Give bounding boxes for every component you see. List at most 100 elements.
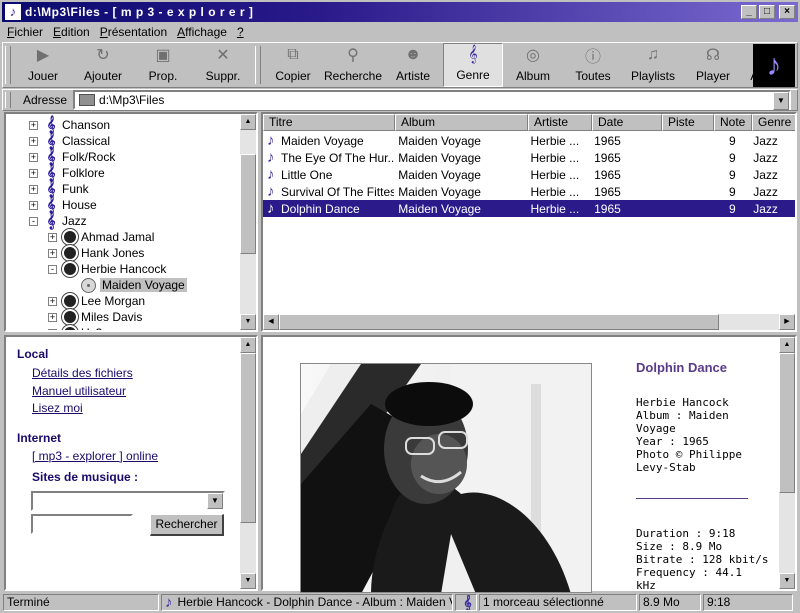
artist-view-button[interactable]: ☻ Artiste (383, 43, 443, 87)
tree-item[interactable]: + Us3 (48, 324, 102, 330)
menu-fichier[interactable]: Fichier (2, 25, 48, 39)
menu-help[interactable]: ? (232, 25, 249, 39)
expand-icon[interactable]: + (29, 136, 38, 146)
tree-item[interactable]: + Lee Morgan (48, 292, 145, 310)
link-readme[interactable]: Lisez moi (32, 401, 83, 415)
expand-icon[interactable]: + (29, 168, 38, 178)
genre-view-button[interactable]: 𝄞 Genre (443, 43, 503, 87)
music-search-button[interactable]: Rechercher (150, 514, 224, 536)
column-header-genre[interactable]: Genre (752, 114, 795, 131)
tree-item[interactable]: + Hank Jones (48, 244, 145, 262)
close-button[interactable]: × (779, 5, 795, 19)
list-scroll-left[interactable]: ◀ (263, 314, 279, 330)
links-scroll-down[interactable]: ▼ (240, 573, 256, 589)
expand-icon[interactable]: + (48, 232, 57, 242)
tree-item[interactable]: + 𝄞 House (29, 197, 97, 213)
table-row[interactable]: ♪ Little One Maiden Voyage Herbie ... 1965 9 J… (263, 166, 795, 183)
tree-item[interactable]: + 𝄞 Folklore (29, 165, 105, 181)
expand-icon[interactable]: + (29, 184, 38, 194)
column-header-album[interactable]: Album (395, 114, 528, 131)
menu-affichage[interactable]: Affichage (172, 25, 232, 39)
copy-button[interactable]: ⧉ Copier (263, 43, 323, 87)
expand-icon[interactable]: + (48, 312, 57, 322)
genre-tree[interactable]: + 𝄞 Chanson + 𝄞 Classical + 𝄞 Folk/Rock + 𝄞 Folklor… (4, 112, 258, 332)
app-music-note-icon: ♪ (5, 4, 21, 20)
properties-button[interactable]: ▣ Prop. (133, 43, 193, 87)
tree-item[interactable]: + 𝄞 Classical (29, 133, 110, 149)
table-row[interactable]: ♪ Survival Of The Fittest Maiden Voyage Her… (263, 183, 795, 200)
address-dropdown-button[interactable]: ▼ (773, 92, 789, 110)
link-online[interactable]: [ mp3 - explorer ] online (32, 449, 158, 463)
player-button[interactable]: ☊ Player (683, 43, 743, 87)
column-header-artiste[interactable]: Artiste (528, 114, 592, 131)
music-sites-dropdown-button[interactable]: ▼ (207, 493, 223, 509)
address-label: Adresse (23, 93, 68, 107)
address-grip[interactable] (5, 92, 11, 108)
tree-item[interactable]: - 𝄞 Jazz (29, 213, 87, 229)
list-hscrollbar[interactable]: ◀ ▶ (263, 314, 795, 330)
play-button[interactable]: ▶ Jouer (13, 43, 73, 87)
tree-item-label: Hank Jones (81, 246, 145, 260)
table-row[interactable]: ♪ Maiden Voyage Maiden Voyage Herbie ... 196… (263, 132, 795, 149)
artist-icon (61, 292, 79, 310)
detail-scrollbar[interactable]: ▲ ▼ (779, 337, 795, 589)
expand-icon[interactable]: + (29, 152, 38, 162)
column-header-date[interactable]: Date (592, 114, 662, 131)
maximize-button[interactable]: □ (759, 5, 775, 19)
column-header-titre[interactable]: Titre (263, 114, 395, 131)
status-size: 8.9 Mo (639, 594, 701, 611)
album-view-button[interactable]: ◎ Album (503, 43, 563, 87)
table-row[interactable]: ♪ Dolphin Dance Maiden Voyage Herbie ... 196… (263, 200, 795, 217)
menu-presentation[interactable]: Présentation (95, 25, 172, 39)
detail-scroll-up[interactable]: ▲ (779, 337, 795, 353)
title-bar[interactable]: ♪ d:\Mp3\Files - [ m p 3 - e x p l o r e… (2, 2, 798, 22)
playlists-button[interactable]: ♫ Playlists (623, 43, 683, 87)
menu-edition[interactable]: Edition (48, 25, 95, 39)
tree-item-label: Ahmad Jamal (81, 230, 155, 244)
tree-scroll-up[interactable]: ▲ (240, 114, 256, 130)
table-row[interactable]: ♪ The Eye Of The Hur... Maiden Voyage Herbi… (263, 149, 795, 166)
links-scroll-thumb[interactable] (240, 353, 256, 523)
tree-scroll-thumb[interactable] (240, 154, 256, 254)
tree-scrollbar[interactable]: ▲ ▼ (240, 114, 256, 330)
minimize-button[interactable]: _ (741, 5, 757, 19)
detail-scroll-down[interactable]: ▼ (779, 573, 795, 589)
expand-icon[interactable]: + (48, 248, 57, 258)
search-button[interactable]: ⚲ Recherche (323, 43, 383, 87)
expand-icon[interactable]: + (29, 120, 38, 130)
address-input[interactable]: d:\Mp3\Files ▼ (73, 90, 791, 110)
tree-item[interactable]: Maiden Voyage (67, 277, 187, 293)
link-file-details[interactable]: Détails des fichiers (32, 366, 133, 380)
list-scroll-thumb[interactable] (279, 314, 719, 330)
toolbar-grip[interactable] (5, 46, 11, 84)
expand-icon[interactable]: + (29, 200, 38, 210)
cell-text: The Eye Of The Hur... (281, 151, 395, 165)
links-scroll-up[interactable]: ▲ (240, 337, 256, 353)
all-view-button[interactable]: ⓘ Toutes (563, 43, 623, 87)
collapse-icon[interactable]: - (48, 264, 57, 274)
music-file-icon: ♪ (267, 149, 275, 166)
detail-scroll-thumb[interactable] (779, 353, 795, 493)
expand-icon[interactable]: + (48, 296, 57, 306)
column-header-note[interactable]: Note (714, 114, 752, 131)
expand-icon[interactable]: + (48, 328, 57, 330)
music-sites-select[interactable]: ▼ (31, 491, 225, 511)
column-header-piste[interactable]: Piste (662, 114, 714, 131)
tree-item[interactable]: + 𝄞 Chanson (29, 117, 110, 133)
tree-item[interactable]: + Ahmad Jamal (48, 228, 155, 246)
tree-item[interactable]: + 𝄞 Folk/Rock (29, 149, 115, 165)
track-list[interactable]: Titre Album Artiste Date Piste Note Genre ♪ Mai… (261, 112, 797, 332)
tree-item[interactable]: + Miles Davis (48, 308, 142, 326)
collapse-icon[interactable]: - (29, 216, 38, 226)
list-scroll-right[interactable]: ▶ (779, 314, 795, 330)
genre-icon: 𝄞 (46, 180, 56, 197)
delete-button[interactable]: ✕ Suppr. (193, 43, 253, 87)
tree-item[interactable]: + 𝄞 Funk (29, 181, 89, 197)
link-user-manual[interactable]: Manuel utilisateur (32, 384, 126, 398)
music-search-input[interactable] (31, 514, 133, 534)
tree-item[interactable]: - Herbie Hancock (48, 260, 166, 278)
mp3-explorer-logo: ♪ (753, 44, 795, 87)
links-scrollbar[interactable]: ▲ ▼ (240, 337, 256, 589)
tree-scroll-down[interactable]: ▼ (240, 314, 256, 330)
add-button[interactable]: ↻ Ajouter (73, 43, 133, 87)
